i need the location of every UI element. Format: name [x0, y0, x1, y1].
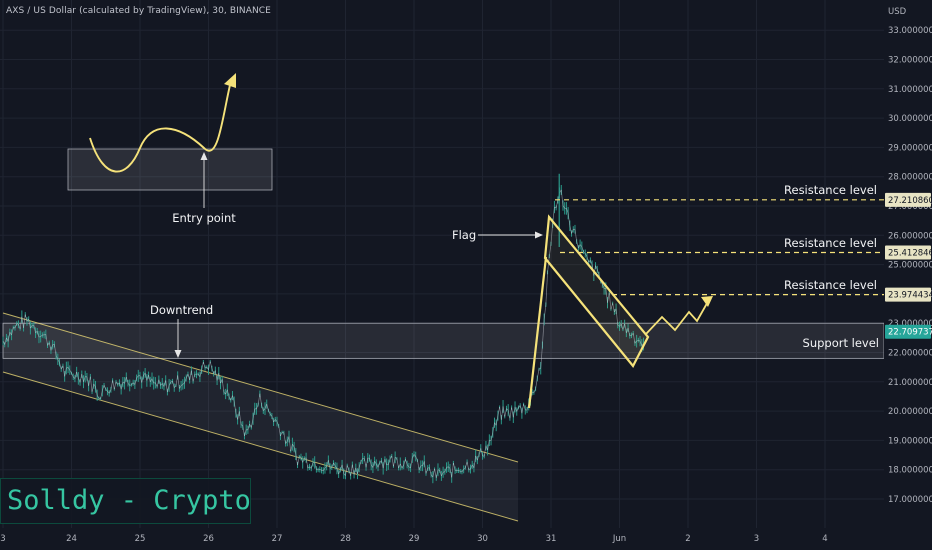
- price-tick-label: 33.000000: [888, 26, 932, 36]
- price-tick-label: 28.000000: [888, 173, 932, 183]
- price-tick-label: 26.000000: [888, 231, 932, 241]
- price-line-segment: [209, 361, 213, 369]
- price-line-segment: [499, 406, 502, 420]
- entry-point-label: Entry point: [172, 211, 236, 225]
- price-line-segment: [535, 378, 538, 389]
- price-tick-label: 29.000000: [888, 143, 932, 153]
- price-tick-label: 31.000000: [888, 85, 932, 95]
- price-tick-label: 22.000000: [888, 349, 932, 359]
- price-line-segment: [297, 456, 300, 466]
- resistance-price-label: 27.210860: [888, 196, 932, 206]
- price-line-segment: [509, 407, 512, 419]
- chart-container: Resistance level Resistance level Resistan…: [0, 0, 932, 550]
- zones: [2, 148, 885, 522]
- projected-path-arrowhead: [701, 296, 713, 307]
- flag-label: Flag: [452, 228, 476, 242]
- downtrend-label: Downtrend: [150, 303, 213, 317]
- time-tick-label: 3: [754, 534, 759, 544]
- price-tick-label: 17.000000: [888, 495, 932, 505]
- resistance-price-label: 25.412846: [888, 249, 932, 259]
- price-tick-label: 21.000000: [888, 378, 932, 388]
- time-tick-label: 24: [66, 534, 77, 544]
- support-price-label: 22.709737: [888, 328, 932, 338]
- price-line-segment: [555, 199, 559, 209]
- price-line-segment: [560, 189, 564, 206]
- time-tick-label: 30: [477, 534, 488, 544]
- price-tick-label: 32.000000: [888, 56, 932, 66]
- watermark-text: Solldy - Crypto for U: [0, 478, 251, 524]
- price-tick-label: 25.000000: [888, 261, 932, 271]
- time-axis[interactable]: 3 24 25 26 27 28 29 30 31 Jun 2 3 4: [0, 528, 884, 550]
- resistance-label: Resistance level: [784, 183, 877, 197]
- price-line-segment: [203, 361, 206, 369]
- resistance-price-label: 23.974434: [888, 291, 932, 301]
- price-line-segment: [504, 408, 507, 417]
- price-line-segment: [567, 213, 571, 226]
- support-label: Support level: [803, 336, 879, 350]
- price-line-segment: [437, 469, 440, 471]
- price-chart[interactable]: Resistance level Resistance level Resistan…: [0, 0, 932, 550]
- time-tick-label: 29: [409, 534, 420, 544]
- price-axis-unit: USD: [888, 7, 907, 17]
- time-tick-label: 2: [685, 534, 690, 544]
- price-tick-label: 20.000000: [888, 407, 932, 417]
- price-axis[interactable]: USD 33.000000 32.000000 31.000000 30.000000 2…: [884, 0, 932, 550]
- symbol-title[interactable]: AXS / US Dollar (calculated by TradingVi…: [6, 6, 271, 16]
- time-tick-label: 31: [546, 534, 557, 544]
- resistance-label: Resistance level: [784, 236, 877, 250]
- price-tick-label: 30.000000: [888, 114, 932, 124]
- price-tick-label: 19.000000: [888, 436, 932, 446]
- price-line-segment: [500, 406, 504, 420]
- price-tick-label: 18.000000: [888, 466, 932, 476]
- price-line-segment: [543, 304, 547, 320]
- time-tick-label: 28: [340, 534, 351, 544]
- time-tick-label: 26: [203, 534, 214, 544]
- time-axis-bg: [0, 528, 884, 550]
- time-tick-label: Jun: [612, 534, 626, 544]
- flag-arrowhead: [535, 231, 543, 239]
- price-line-segment: [545, 272, 548, 305]
- entry-illustration-arrowhead: [224, 73, 236, 88]
- entry-zone-box: [67, 148, 273, 191]
- time-tick-label: 4: [822, 534, 827, 544]
- resistance-label: Resistance level: [784, 278, 877, 292]
- time-tick-label: 3: [0, 534, 5, 544]
- time-tick-label: 25: [135, 534, 146, 544]
- price-line-segment: [576, 241, 579, 248]
- price-line-segment: [536, 369, 540, 379]
- time-tick-label: 27: [272, 534, 283, 544]
